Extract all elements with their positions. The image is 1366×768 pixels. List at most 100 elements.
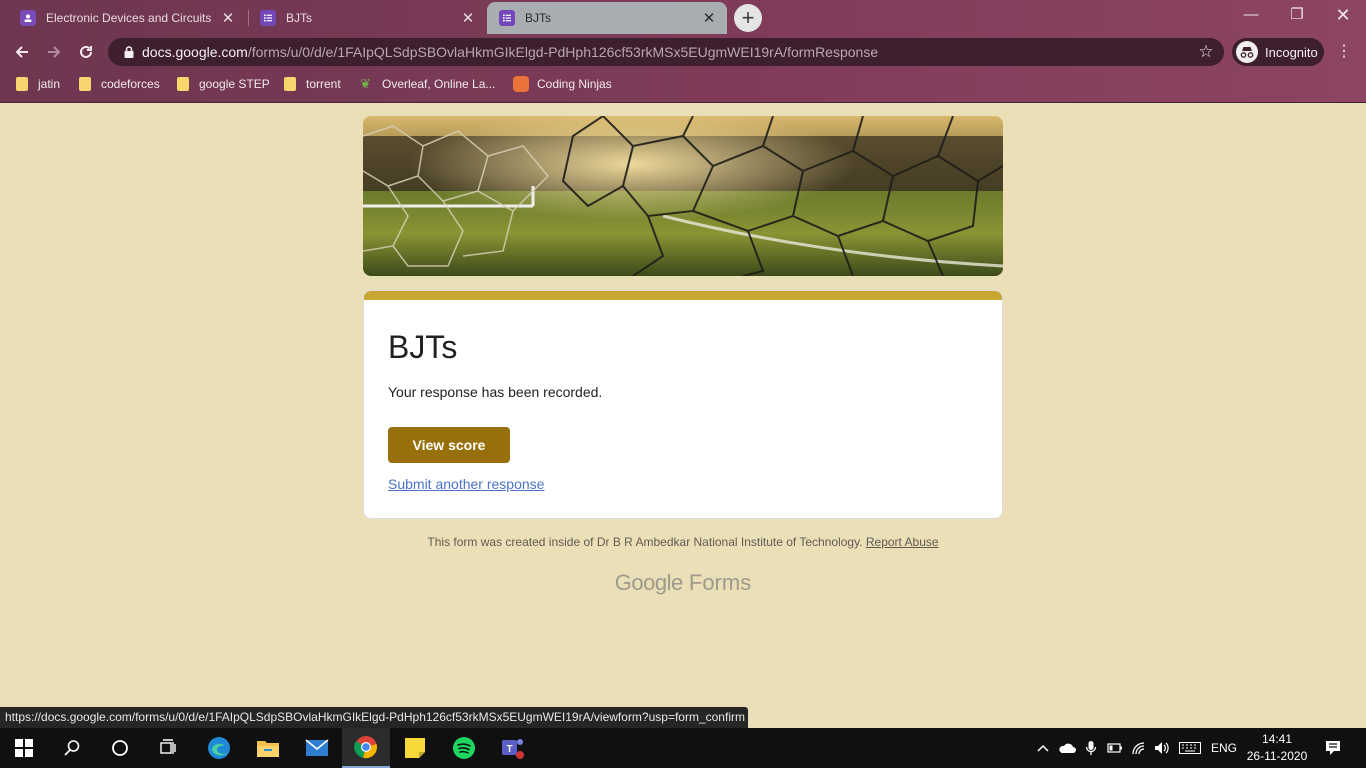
close-tab-icon[interactable]: ✕ xyxy=(460,9,476,27)
incognito-label: Incognito xyxy=(1265,44,1318,60)
reload-button[interactable] xyxy=(72,38,100,66)
browser-toolbar: docs.google.com /forms/u/0/d/e/1FAIpQLSd… xyxy=(0,34,1366,70)
folder-icon xyxy=(284,77,296,91)
footer-text: This form was created inside of Dr B R A… xyxy=(427,535,863,549)
report-abuse-link[interactable]: Report Abuse xyxy=(866,535,939,549)
form-footer-note: This form was created inside of Dr B R A… xyxy=(0,535,1366,549)
action-center-button[interactable] xyxy=(1318,728,1348,768)
incognito-icon xyxy=(1236,41,1258,63)
spotify-taskbar-app[interactable] xyxy=(440,728,488,768)
chevron-up-icon xyxy=(1037,744,1049,752)
taskbar-clock[interactable]: 14:41 26-11-2020 xyxy=(1240,731,1314,765)
browser-menu-icon[interactable]: ⋮ xyxy=(1334,38,1354,66)
forms-icon xyxy=(260,10,276,26)
incognito-badge[interactable]: Incognito xyxy=(1232,38,1324,66)
spotify-icon xyxy=(453,737,475,759)
bookmark-coding-ninjas[interactable]: Coding Ninjas xyxy=(513,73,612,95)
logo-forms-text: Forms xyxy=(688,570,752,595)
bookmark-label: codeforces xyxy=(101,77,160,91)
url-path: /forms/u/0/d/e/1FAIpQLSdpSBOvlaHkmGIkElg… xyxy=(247,44,879,60)
windows-logo-icon xyxy=(15,739,33,757)
link-status-bar: https://docs.google.com/forms/u/0/d/e/1F… xyxy=(0,707,748,728)
bookmark-label: Overleaf, Online La... xyxy=(382,77,496,91)
bookmark-google-step[interactable]: google STEP xyxy=(177,73,270,95)
tab-bjts-1[interactable]: BJTs ✕ xyxy=(248,2,486,34)
search-icon xyxy=(64,740,80,756)
back-button[interactable] xyxy=(8,38,36,66)
form-title: BJTs xyxy=(388,329,458,365)
mail-taskbar-app[interactable] xyxy=(293,728,341,768)
bookmarks-bar: jatin codeforces google STEP torrent ❦ O… xyxy=(0,70,1366,98)
search-button[interactable] xyxy=(48,728,96,768)
forward-arrow-icon xyxy=(48,46,61,58)
coding-ninjas-icon xyxy=(513,76,529,92)
tab-title: Electronic Devices and Circuits (E xyxy=(46,11,214,25)
bookmark-star-icon[interactable]: ☆ xyxy=(1194,38,1218,66)
wifi-tray-icon[interactable] xyxy=(1128,728,1150,768)
address-bar[interactable]: docs.google.com /forms/u/0/d/e/1FAIpQLSd… xyxy=(108,38,1224,66)
cortana-icon xyxy=(112,740,128,756)
chrome-taskbar-app[interactable] xyxy=(342,728,390,768)
input-language-indicator[interactable]: ENG xyxy=(1206,728,1242,768)
new-tab-button[interactable]: + xyxy=(734,4,762,32)
chrome-icon xyxy=(354,736,377,759)
close-window-button[interactable]: ✕ xyxy=(1320,0,1366,30)
tab-bjts-2[interactable]: BJTs ✕ xyxy=(487,2,727,34)
teams-taskbar-app[interactable]: T xyxy=(489,728,537,768)
folder-icon xyxy=(257,741,279,757)
bookmark-codeforces[interactable]: codeforces xyxy=(79,73,160,95)
confirmation-message: Your response has been recorded. xyxy=(388,384,603,400)
battery-icon xyxy=(1107,743,1122,753)
form-header-image xyxy=(363,116,1003,276)
clock-time: 14:41 xyxy=(1261,732,1293,746)
microphone-tray-icon[interactable] xyxy=(1080,728,1102,768)
show-hidden-icons-button[interactable] xyxy=(1032,728,1054,768)
bookmark-label: jatin xyxy=(38,77,61,91)
tab-strip: Electronic Devices and Circuits (E ✕ BJT… xyxy=(0,0,1366,34)
close-tab-icon[interactable]: ✕ xyxy=(701,9,717,27)
edge-icon xyxy=(208,737,230,759)
close-tab-icon[interactable]: ✕ xyxy=(220,9,236,27)
forms-icon xyxy=(499,10,515,26)
keyboard-icon xyxy=(1179,742,1201,754)
logo-google-text: Google xyxy=(614,570,683,595)
bookmark-jatin[interactable]: jatin xyxy=(16,73,60,95)
cloud-icon xyxy=(1059,743,1076,753)
back-arrow-icon xyxy=(15,46,28,58)
folder-icon xyxy=(177,77,189,91)
folder-icon xyxy=(16,77,28,91)
start-button[interactable] xyxy=(0,728,48,768)
folder-icon xyxy=(79,77,91,91)
restore-button[interactable]: ❐ xyxy=(1274,0,1320,30)
bookmark-torrent[interactable]: torrent xyxy=(284,73,341,95)
lock-icon xyxy=(124,46,134,58)
submit-another-response-link[interactable]: Submit another response xyxy=(388,476,544,492)
notification-icon xyxy=(1326,741,1340,755)
battery-tray-icon[interactable] xyxy=(1104,728,1126,768)
onedrive-tray-icon[interactable] xyxy=(1056,728,1078,768)
volume-tray-icon[interactable] xyxy=(1151,728,1173,768)
forward-button[interactable] xyxy=(40,38,68,66)
sticky-notes-taskbar-app[interactable] xyxy=(391,728,439,768)
tab-electronic-devices[interactable]: Electronic Devices and Circuits (E ✕ xyxy=(8,2,246,34)
edge-taskbar-app[interactable] xyxy=(195,728,243,768)
speaker-icon xyxy=(1155,742,1169,754)
task-view-button[interactable] xyxy=(144,728,192,768)
microphone-icon xyxy=(1085,741,1097,755)
task-view-icon xyxy=(160,739,176,754)
touch-keyboard-tray-icon[interactable] xyxy=(1176,728,1204,768)
bookmark-overleaf[interactable]: ❦ Overleaf, Online La... xyxy=(360,73,495,95)
file-explorer-taskbar-app[interactable] xyxy=(244,728,292,768)
teams-icon: T xyxy=(502,739,524,759)
card-accent-bar xyxy=(364,291,1002,300)
google-forms-logo[interactable]: Google Forms xyxy=(0,570,1366,596)
cortana-button[interactable] xyxy=(96,728,144,768)
classroom-icon xyxy=(20,10,36,26)
bookmark-label: Coding Ninjas xyxy=(537,77,612,91)
view-score-button[interactable]: View score xyxy=(388,427,510,463)
minimize-button[interactable]: — xyxy=(1228,0,1274,30)
bookmark-label: torrent xyxy=(306,77,341,91)
wifi-icon xyxy=(1132,742,1145,755)
tab-title: BJTs xyxy=(286,11,313,25)
svg-text:T: T xyxy=(506,744,512,755)
